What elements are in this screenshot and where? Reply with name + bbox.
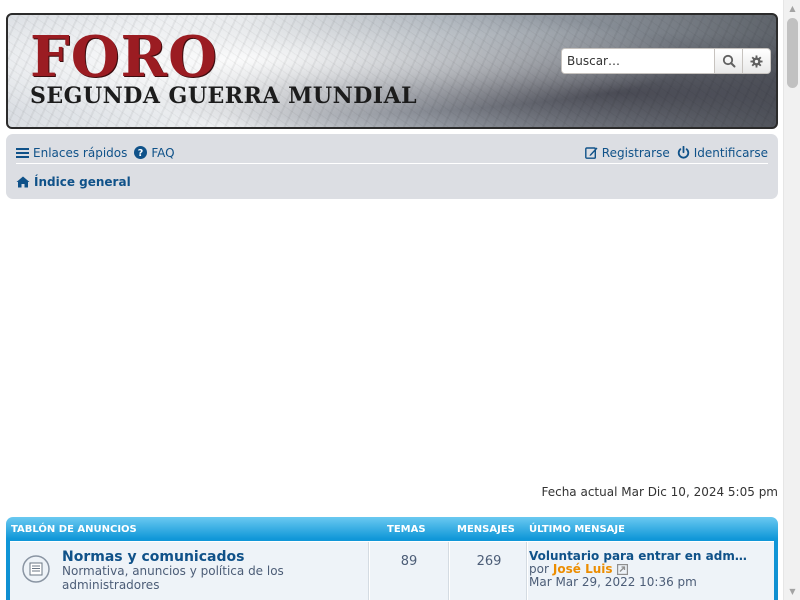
svg-text:?: ? [138, 148, 144, 159]
advanced-search-button[interactable] [742, 49, 770, 73]
column-divider [448, 542, 450, 600]
site-header-banner: FORO SEGUNDA GUERRA MUNDIAL [6, 13, 778, 129]
site-logo-subtitle[interactable]: SEGUNDA GUERRA MUNDIAL [30, 85, 417, 107]
register-link[interactable]: Registrarse [584, 145, 670, 160]
gear-icon [750, 54, 763, 68]
header-topics: TEMAS [387, 524, 426, 535]
search-button[interactable] [714, 49, 742, 73]
search-icon [722, 54, 735, 68]
search-input[interactable] [562, 49, 714, 73]
navbar-top-row: Enlaces rápidos ? FAQ Registrarse Identi… [16, 142, 768, 164]
breadcrumb-home-link[interactable]: Índice general [34, 175, 131, 189]
header-last-post: ÚLTIMO MENSAJE [529, 524, 625, 535]
site-logo-title[interactable]: FORO [30, 29, 218, 85]
edit-icon [584, 147, 598, 159]
forum-topics-count: 89 [400, 554, 418, 569]
search-box [561, 48, 771, 74]
header-forum-category[interactable]: TABLÓN DE ANUNCIOS [11, 524, 137, 535]
power-icon [677, 146, 689, 159]
navbar-right: Registrarse Identificarse [584, 145, 768, 160]
faq-label: FAQ [151, 145, 175, 160]
quick-links-label: Enlaces rápidos [33, 145, 128, 160]
current-date: Fecha actual Mar Dic 10, 2024 5:05 pm [541, 485, 778, 499]
column-divider [368, 542, 370, 600]
forum-category-announcements: TABLÓN DE ANUNCIOS TEMAS MENSAJES ÚLTIMO… [6, 517, 778, 600]
scroll-up-arrow-icon[interactable]: ▲ [784, 0, 800, 17]
last-post-by-prefix: por [529, 562, 549, 576]
login-label: Identificarse [693, 145, 768, 160]
scrollbar-thumb[interactable] [787, 18, 798, 88]
quick-links-menu[interactable]: Enlaces rápidos [16, 146, 127, 160]
login-link[interactable]: Identificarse [677, 146, 768, 160]
scroll-down-arrow-icon[interactable]: ▼ [784, 583, 800, 600]
last-post-title-link[interactable]: Voluntario para entrar en adm… [529, 549, 747, 563]
forum-posts-count: 269 [476, 554, 502, 569]
faq-link[interactable]: ? FAQ [134, 145, 175, 160]
forum-list-header: TABLÓN DE ANUNCIOS TEMAS MENSAJES ÚLTIMO… [6, 517, 778, 541]
view-latest-post-icon[interactable] [616, 563, 628, 575]
forum-description: Normativa, anuncios y política de los ad… [62, 564, 284, 592]
last-post-date: Mar Mar 29, 2022 10:36 pm [529, 575, 697, 589]
navbar-left: Enlaces rápidos ? FAQ [16, 146, 175, 160]
hamburger-menu-icon [16, 147, 29, 158]
column-divider [526, 542, 528, 600]
forum-title-link[interactable]: Normas y comunicados [62, 549, 244, 565]
last-post-username[interactable]: José Luis [553, 562, 613, 576]
header-posts: MENSAJES [457, 524, 515, 535]
navbar: Enlaces rápidos ? FAQ Registrarse Identi… [6, 134, 778, 199]
home-icon [16, 176, 30, 188]
forum-row: Normas y comunicados Normativa, anuncios… [10, 541, 774, 600]
page-scrollbar[interactable]: ▲ ▼ [783, 0, 800, 600]
forum-read-icon [22, 555, 50, 583]
question-circle-icon: ? [134, 146, 148, 159]
breadcrumb: Índice general [16, 173, 131, 191]
register-label: Registrarse [601, 145, 670, 160]
last-post-author-line: por José Luis [529, 562, 628, 576]
